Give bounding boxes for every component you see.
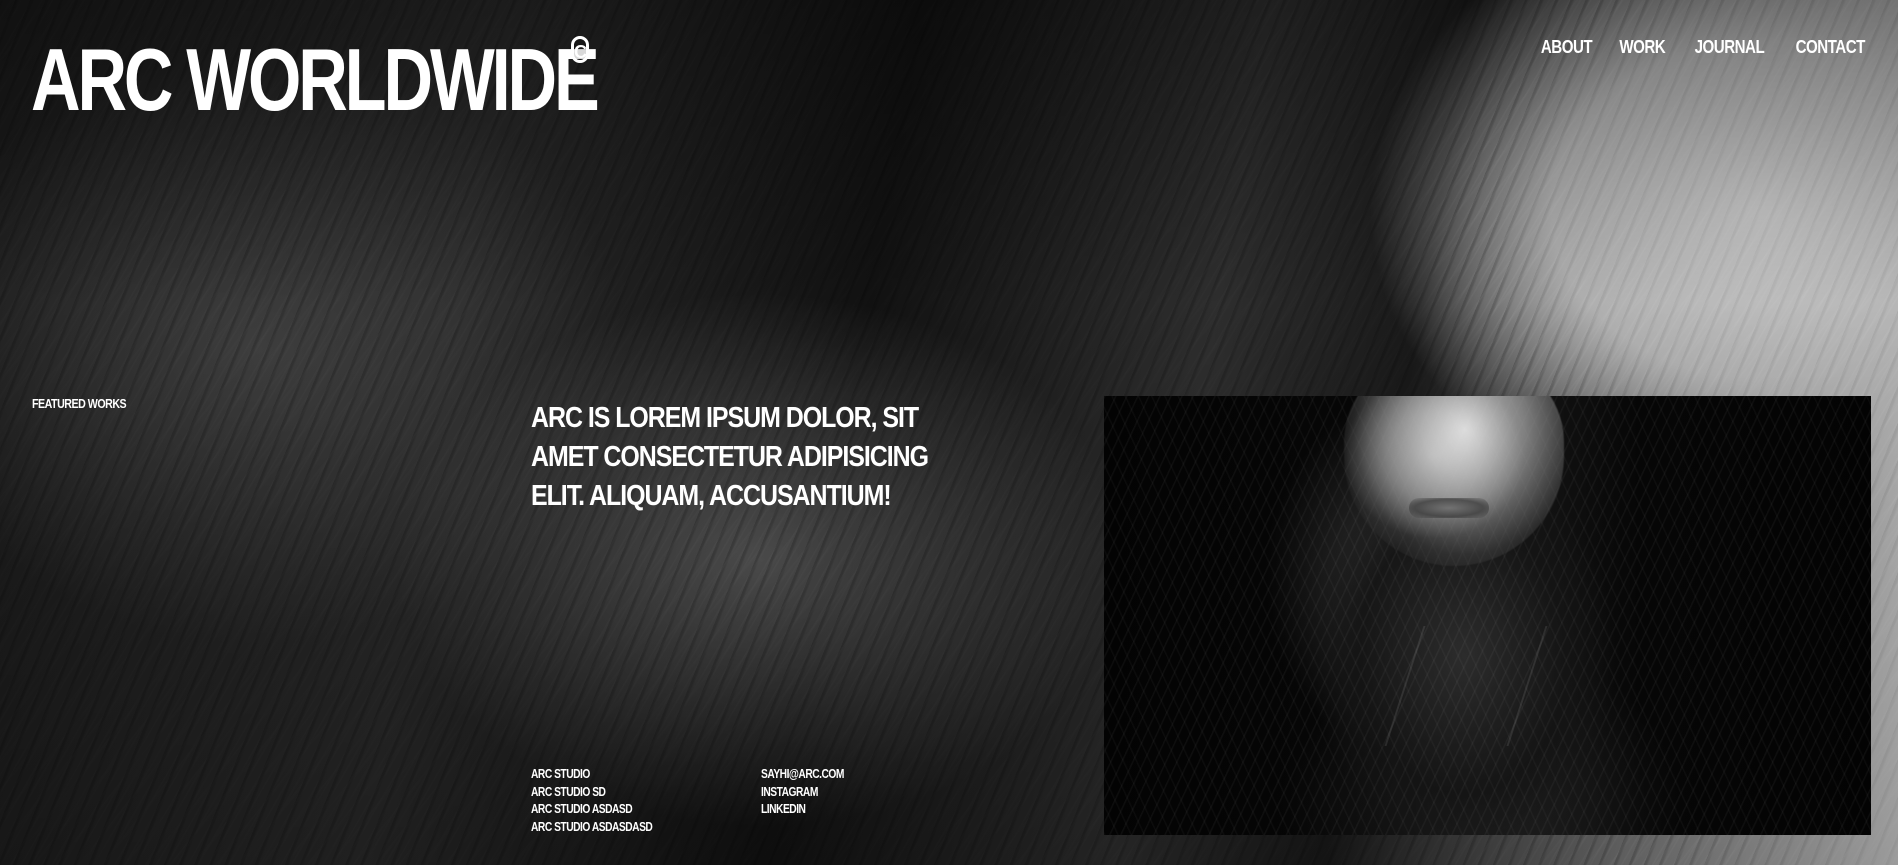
studios-list: ARC STUDIO ARC STUDIO SD ARC STUDIO ASDA… xyxy=(531,766,761,836)
contact-links: SAYHI@ARC.COM INSTAGRAM LINKEDIN xyxy=(761,766,991,836)
instagram-link[interactable]: INSTAGRAM xyxy=(761,785,818,799)
featured-works-label: FEATURED WORKS xyxy=(32,396,127,411)
nav-link-contact[interactable]: CONTACT xyxy=(1795,37,1865,58)
studio-item: ARC STUDIO SD xyxy=(531,784,606,799)
site-logo[interactable]: ARC WORLDWIDE C xyxy=(31,36,756,124)
studio-item: ARC STUDIO ASDASD xyxy=(531,802,633,817)
nav-link-work[interactable]: WORK xyxy=(1620,37,1666,58)
main-navigation: ABOUT WORK JOURNAL CONTACT xyxy=(1536,37,1871,58)
linkedin-link[interactable]: LINKEDIN xyxy=(761,802,806,816)
nav-link-about[interactable]: ABOUT xyxy=(1541,37,1593,58)
logo-copyright-icon: C xyxy=(571,36,589,63)
email-link[interactable]: SAYHI@ARC.COM xyxy=(761,767,844,781)
studio-item: ARC STUDIO ASDASDASD xyxy=(531,819,653,834)
portrait-face xyxy=(1344,396,1564,566)
featured-work-image[interactable] xyxy=(1104,396,1871,835)
nav-link-journal[interactable]: JOURNAL xyxy=(1694,37,1764,58)
hero-headline: ARC IS LOREM IPSUM DOLOR, SIT AMET CONSE… xyxy=(531,402,929,512)
portrait-lips xyxy=(1409,498,1489,518)
studio-item: ARC STUDIO xyxy=(531,767,590,781)
footer-info: ARC STUDIO ARC STUDIO SD ARC STUDIO ASDA… xyxy=(531,766,991,836)
logo-text: ARC WORLDWIDE xyxy=(31,30,600,129)
portrait-photo xyxy=(1104,396,1871,835)
portrait-neckline xyxy=(1384,626,1548,746)
